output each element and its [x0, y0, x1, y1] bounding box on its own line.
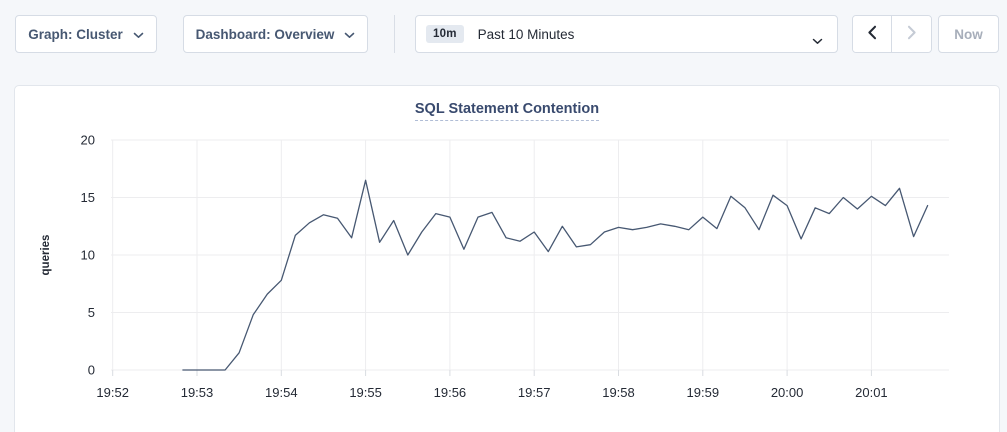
chevron-down-icon — [812, 32, 823, 50]
x-tick-label: 19:53 — [181, 385, 214, 400]
prev-time-button[interactable] — [853, 16, 892, 52]
x-tick-label: 20:01 — [855, 385, 888, 400]
chart-panel: SQL Statement Contention 0510152019:5219… — [14, 85, 1000, 432]
graph-dropdown-label: Graph: Cluster — [28, 27, 123, 42]
toolbar-divider — [394, 15, 395, 53]
x-tick-label: 19:55 — [349, 385, 382, 400]
y-tick-label: 5 — [88, 305, 95, 320]
graph-dropdown[interactable]: Graph: Cluster — [15, 15, 157, 53]
next-time-button[interactable] — [892, 16, 931, 52]
chevron-left-icon — [867, 25, 877, 43]
y-tick-label: 15 — [81, 190, 95, 205]
x-tick-label: 19:58 — [602, 385, 635, 400]
time-range-badge: 10m — [426, 25, 464, 43]
x-tick-label: 19:57 — [518, 385, 551, 400]
x-tick-label: 19:59 — [687, 385, 720, 400]
y-tick-label: 20 — [81, 133, 95, 148]
now-button[interactable]: Now — [938, 15, 999, 53]
y-axis-label: queries — [40, 235, 52, 276]
x-tick-label: 20:00 — [771, 385, 804, 400]
chevron-down-icon — [133, 27, 144, 42]
y-tick-label: 0 — [88, 363, 95, 378]
chevron-right-icon — [907, 25, 917, 43]
x-tick-label: 19:56 — [434, 385, 467, 400]
chevron-down-icon — [344, 27, 355, 42]
toolbar: Graph: Cluster Dashboard: Overview 10m P… — [0, 0, 1007, 68]
x-tick-label: 19:52 — [96, 385, 129, 400]
x-tick-label: 19:54 — [265, 385, 298, 400]
line-chart: 0 5 10 15 20 19:52 19:53 19:54 19:55 19:56 19:57 19… — [15, 86, 1001, 426]
time-range-label: Past 10 Minutes — [478, 27, 575, 42]
page: Graph: Cluster Dashboard: Overview 10m P… — [0, 0, 1007, 432]
y-tick-label: 10 — [81, 248, 95, 263]
dashboard-dropdown[interactable]: Dashboard: Overview — [183, 15, 368, 53]
series-line — [183, 180, 928, 370]
time-range-selector[interactable]: 10m Past 10 Minutes — [415, 15, 838, 53]
dashboard-dropdown-label: Dashboard: Overview — [196, 27, 335, 42]
time-nav-group — [852, 15, 932, 53]
